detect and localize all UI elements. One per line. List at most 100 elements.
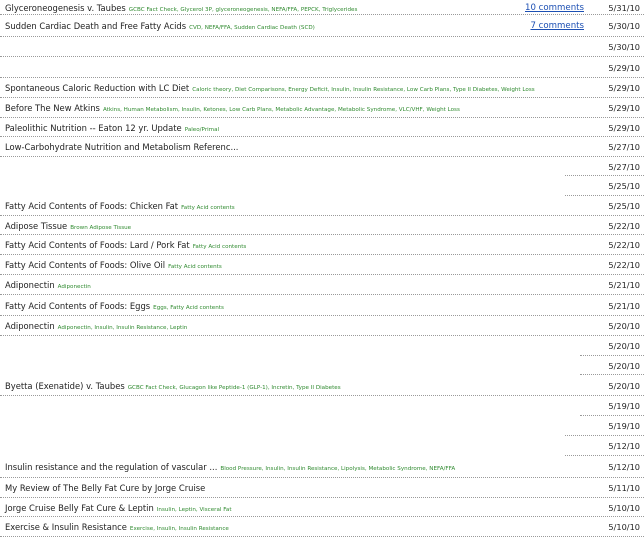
post-title-text[interactable]: Glyceroneogenesis v. Taubes (5, 3, 126, 13)
post-row: My Review of The Belly Fat Cure by Jorge… (0, 478, 644, 498)
post-tags[interactable]: GCBC Fact Check, Glycerol 3P, glyceroneo… (129, 7, 358, 13)
post-date: 5/25/10 (608, 201, 640, 211)
post-tags[interactable]: Eggs, Fatty Acid contents (153, 305, 224, 311)
comments-link[interactable]: 7 comments (530, 21, 584, 31)
post-row: Fatty Acid Contents of Foods: Olive Oil F… (0, 255, 644, 275)
post-tags[interactable]: Caloric theory, Diet Comparisons, Energy… (192, 87, 534, 93)
post-title-text[interactable]: Paleolithic Nutrition -- Eaton 12 yr. Up… (5, 123, 182, 133)
post-row: Byetta (Exenatide) v. Taubes GCBC Fact Ch… (0, 375, 644, 396)
post-title-link[interactable]: Adipose Tissue Brown Adipose Tissue (5, 221, 131, 231)
post-title-link[interactable]: Byetta (Exenatide) v. Taubes GCBC Fact Ch… (5, 381, 341, 391)
post-date: 5/29/10 (608, 83, 640, 93)
comments-link[interactable]: 10 comments (525, 3, 584, 13)
post-row: 5/20/10 (0, 336, 644, 356)
post-title-link[interactable]: Jorge Cruise Belly Fat Cure & Leptin Insu… (5, 503, 232, 513)
post-date: 5/22/10 (608, 240, 640, 250)
post-date: 5/19/10 (608, 421, 640, 431)
post-date: 5/12/10 (608, 462, 640, 472)
post-title-text[interactable]: My Review of The Belly Fat Cure by Jorge… (5, 483, 205, 493)
post-date: 5/20/10 (608, 380, 640, 391)
post-title-text[interactable]: Insulin resistance and the regulation of… (5, 462, 217, 472)
post-date: 5/29/10 (608, 122, 640, 133)
post-title-link[interactable]: My Review of The Belly Fat Cure by Jorge… (5, 483, 205, 493)
post-title-link[interactable]: Fatty Acid Contents of Foods: Lard / Por… (5, 240, 246, 250)
post-date: 5/29/10 (608, 62, 640, 73)
post-date: 5/20/10 (608, 341, 640, 351)
post-tags[interactable]: Adiponectin, Insulin, Insulin Resistance… (58, 325, 188, 331)
post-date: 5/12/10 (608, 441, 640, 451)
post-row: 5/19/10 (0, 396, 644, 416)
post-title-link[interactable]: Glyceroneogenesis v. Taubes GCBC Fact Che… (5, 3, 357, 13)
post-row: Fatty Acid Contents of Foods: Eggs Eggs, … (0, 295, 644, 316)
post-row: Low-Carbohydrate Nutrition and Metabolis… (0, 137, 644, 157)
post-row: Exercise & Insulin Resistance Exercise, I… (0, 517, 644, 537)
post-date: 5/22/10 (608, 220, 640, 231)
post-row: Insulin resistance and the regulation of… (0, 456, 644, 478)
post-tags[interactable]: Fatty Acid contents (168, 264, 222, 270)
post-tags[interactable]: Paleo/Primal (185, 127, 219, 133)
post-row: Jorge Cruise Belly Fat Cure & Leptin Insu… (0, 498, 644, 517)
post-title-link[interactable]: Fatty Acid Contents of Foods: Olive Oil F… (5, 260, 222, 270)
post-date: 5/30/10 (608, 21, 640, 31)
post-date: 5/27/10 (608, 142, 640, 152)
post-title-link[interactable]: Paleolithic Nutrition -- Eaton 12 yr. Up… (5, 123, 219, 133)
post-tags[interactable]: Fatty Acid contents (181, 205, 235, 211)
post-title-link[interactable]: Adiponectin Adiponectin, Insulin, Insulin… (5, 321, 187, 331)
post-title-text[interactable]: Spontaneous Caloric Reduction with LC Di… (5, 83, 189, 93)
post-row: 5/27/10 (0, 157, 644, 176)
post-row: 5/29/10 (0, 57, 644, 78)
post-row: Fatty Acid Contents of Foods: Lard / Por… (0, 235, 644, 255)
post-title-text[interactable]: Byetta (Exenatide) v. Taubes (5, 381, 125, 391)
post-row: Sudden Cardiac Death and Free Fatty Acid… (0, 15, 644, 37)
post-list: Glyceroneogenesis v. Taubes GCBC Fact Che… (0, 0, 644, 537)
post-row: Paleolithic Nutrition -- Eaton 12 yr. Up… (0, 118, 644, 137)
post-title-text[interactable]: Adipose Tissue (5, 221, 67, 231)
post-title-text[interactable]: Sudden Cardiac Death and Free Fatty Acid… (5, 21, 186, 31)
post-tags[interactable]: Insulin, Leptin, Visceral Fat (157, 507, 232, 513)
post-title-text[interactable]: Jorge Cruise Belly Fat Cure & Leptin (5, 503, 154, 513)
post-title-text[interactable]: Fatty Acid Contents of Foods: Eggs (5, 301, 150, 311)
post-title-link[interactable]: Sudden Cardiac Death and Free Fatty Acid… (5, 21, 315, 31)
post-title-link[interactable]: Fatty Acid Contents of Foods: Chicken Fa… (5, 201, 235, 211)
post-tags[interactable]: GCBC Fact Check, Glucagon like Peptide-1… (128, 385, 341, 391)
post-title-text[interactable]: Adiponectin (5, 321, 55, 331)
post-row: 5/20/10 (0, 356, 644, 375)
post-row: 5/12/10 (0, 436, 644, 456)
post-title-link[interactable]: Fatty Acid Contents of Foods: Eggs Eggs, … (5, 301, 224, 311)
post-date: 5/20/10 (608, 321, 640, 331)
post-title-link[interactable]: Before The New Atkins Atkins, Human Metab… (5, 103, 460, 113)
post-date: 5/10/10 (608, 502, 640, 513)
post-row: 5/19/10 (0, 416, 644, 436)
post-title-link[interactable]: Adiponectin Adiponectin (5, 280, 91, 290)
post-title-link[interactable]: Exercise & Insulin Resistance Exercise, I… (5, 522, 229, 532)
post-title-text[interactable]: Before The New Atkins (5, 103, 100, 113)
post-date: 5/19/10 (608, 401, 640, 411)
post-row: Adiponectin Adiponectin 5/21/10 (0, 275, 644, 295)
post-title-text[interactable]: Fatty Acid Contents of Foods: Olive Oil (5, 260, 165, 270)
post-row: Spontaneous Caloric Reduction with LC Di… (0, 78, 644, 98)
post-date: 5/10/10 (608, 522, 640, 532)
post-tags[interactable]: Adiponectin (58, 284, 91, 290)
post-title-text[interactable]: Exercise & Insulin Resistance (5, 522, 127, 532)
post-tags[interactable]: Blood Pressure, Insulin, Insulin Resista… (220, 466, 455, 472)
post-title-text[interactable]: Low-Carbohydrate Nutrition and Metabolis… (5, 142, 238, 152)
post-tags[interactable]: Brown Adipose Tissue (70, 225, 131, 231)
post-tags[interactable]: CVD, NEFA/FFA, Sudden Cardiac Death (SCD… (189, 25, 315, 31)
post-row: Fatty Acid Contents of Foods: Chicken Fa… (0, 196, 644, 216)
post-tags[interactable]: Fatty Acid contents (193, 244, 247, 250)
post-date: 5/22/10 (608, 260, 640, 270)
post-tags[interactable]: Exercise, Insulin, Insulin Resistance (130, 526, 229, 532)
post-title-text[interactable]: Fatty Acid Contents of Foods: Lard / Por… (5, 240, 190, 250)
post-tags[interactable]: Atkins, Human Metabolism, Insulin, Keton… (103, 107, 460, 113)
post-title-link[interactable]: Spontaneous Caloric Reduction with LC Di… (5, 83, 535, 93)
post-date: 5/25/10 (608, 181, 640, 191)
post-date: 5/21/10 (608, 280, 640, 290)
post-date: 5/21/10 (608, 300, 640, 311)
post-row: Adiponectin Adiponectin, Insulin, Insulin… (0, 316, 644, 336)
post-title-text[interactable]: Adiponectin (5, 280, 55, 290)
post-title-link[interactable]: Insulin resistance and the regulation of… (5, 462, 455, 472)
post-row: Adipose Tissue Brown Adipose Tissue 5/22/1… (0, 216, 644, 235)
post-row: Before The New Atkins Atkins, Human Metab… (0, 98, 644, 118)
post-title-link[interactable]: Low-Carbohydrate Nutrition and Metabolis… (5, 142, 238, 152)
post-title-text[interactable]: Fatty Acid Contents of Foods: Chicken Fa… (5, 201, 178, 211)
